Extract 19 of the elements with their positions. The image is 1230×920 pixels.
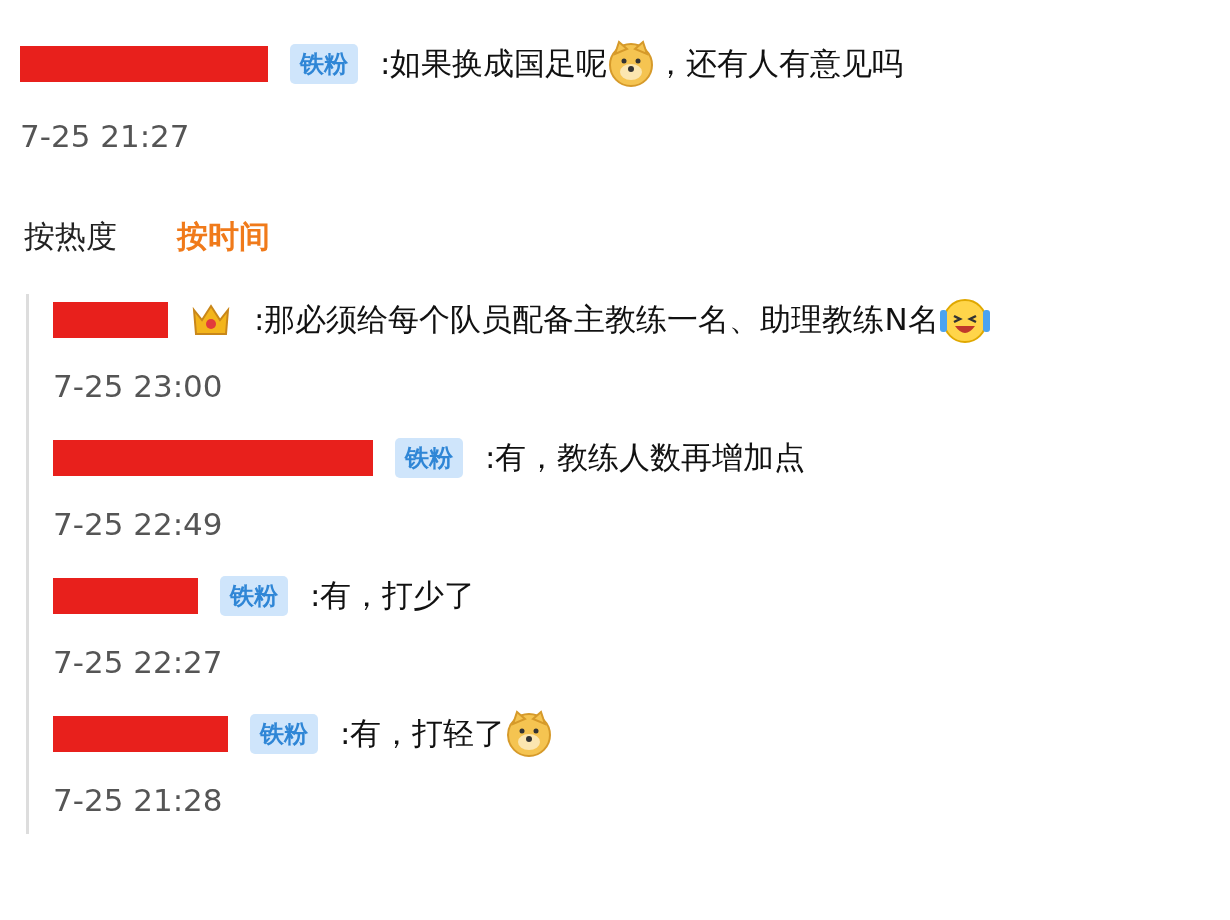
timestamp: 7-25 21:28 [53, 782, 224, 818]
comment-text: ，还有人有意见吗 [655, 44, 904, 83]
laughing-face-icon [938, 296, 991, 344]
comment-text: :那必须给每个队员配备主教练一名、助理教练N名 [254, 300, 939, 339]
comment-text: :有，打少了 [310, 576, 476, 615]
sort-tab[interactable]: 按热度 [24, 216, 117, 258]
dog-face-icon [505, 710, 554, 758]
dog-face-icon [607, 40, 656, 88]
fan-badge: 铁粉 [290, 44, 358, 84]
timestamp: 7-25 23:00 [53, 368, 224, 404]
comment-text: :如果换成国足呢 [380, 44, 608, 83]
fan-badge: 铁粉 [395, 438, 463, 478]
fan-badge: 铁粉 [250, 714, 318, 754]
comment-text: :有，打轻了 [340, 714, 506, 753]
timestamp: 7-25 22:27 [53, 644, 224, 680]
timestamp: 7-25 21:27 [20, 118, 191, 154]
fan-badge: 铁粉 [220, 576, 288, 616]
comment-text: :有，教练人数再增加点 [485, 438, 806, 477]
timestamp: 7-25 22:49 [53, 506, 224, 542]
